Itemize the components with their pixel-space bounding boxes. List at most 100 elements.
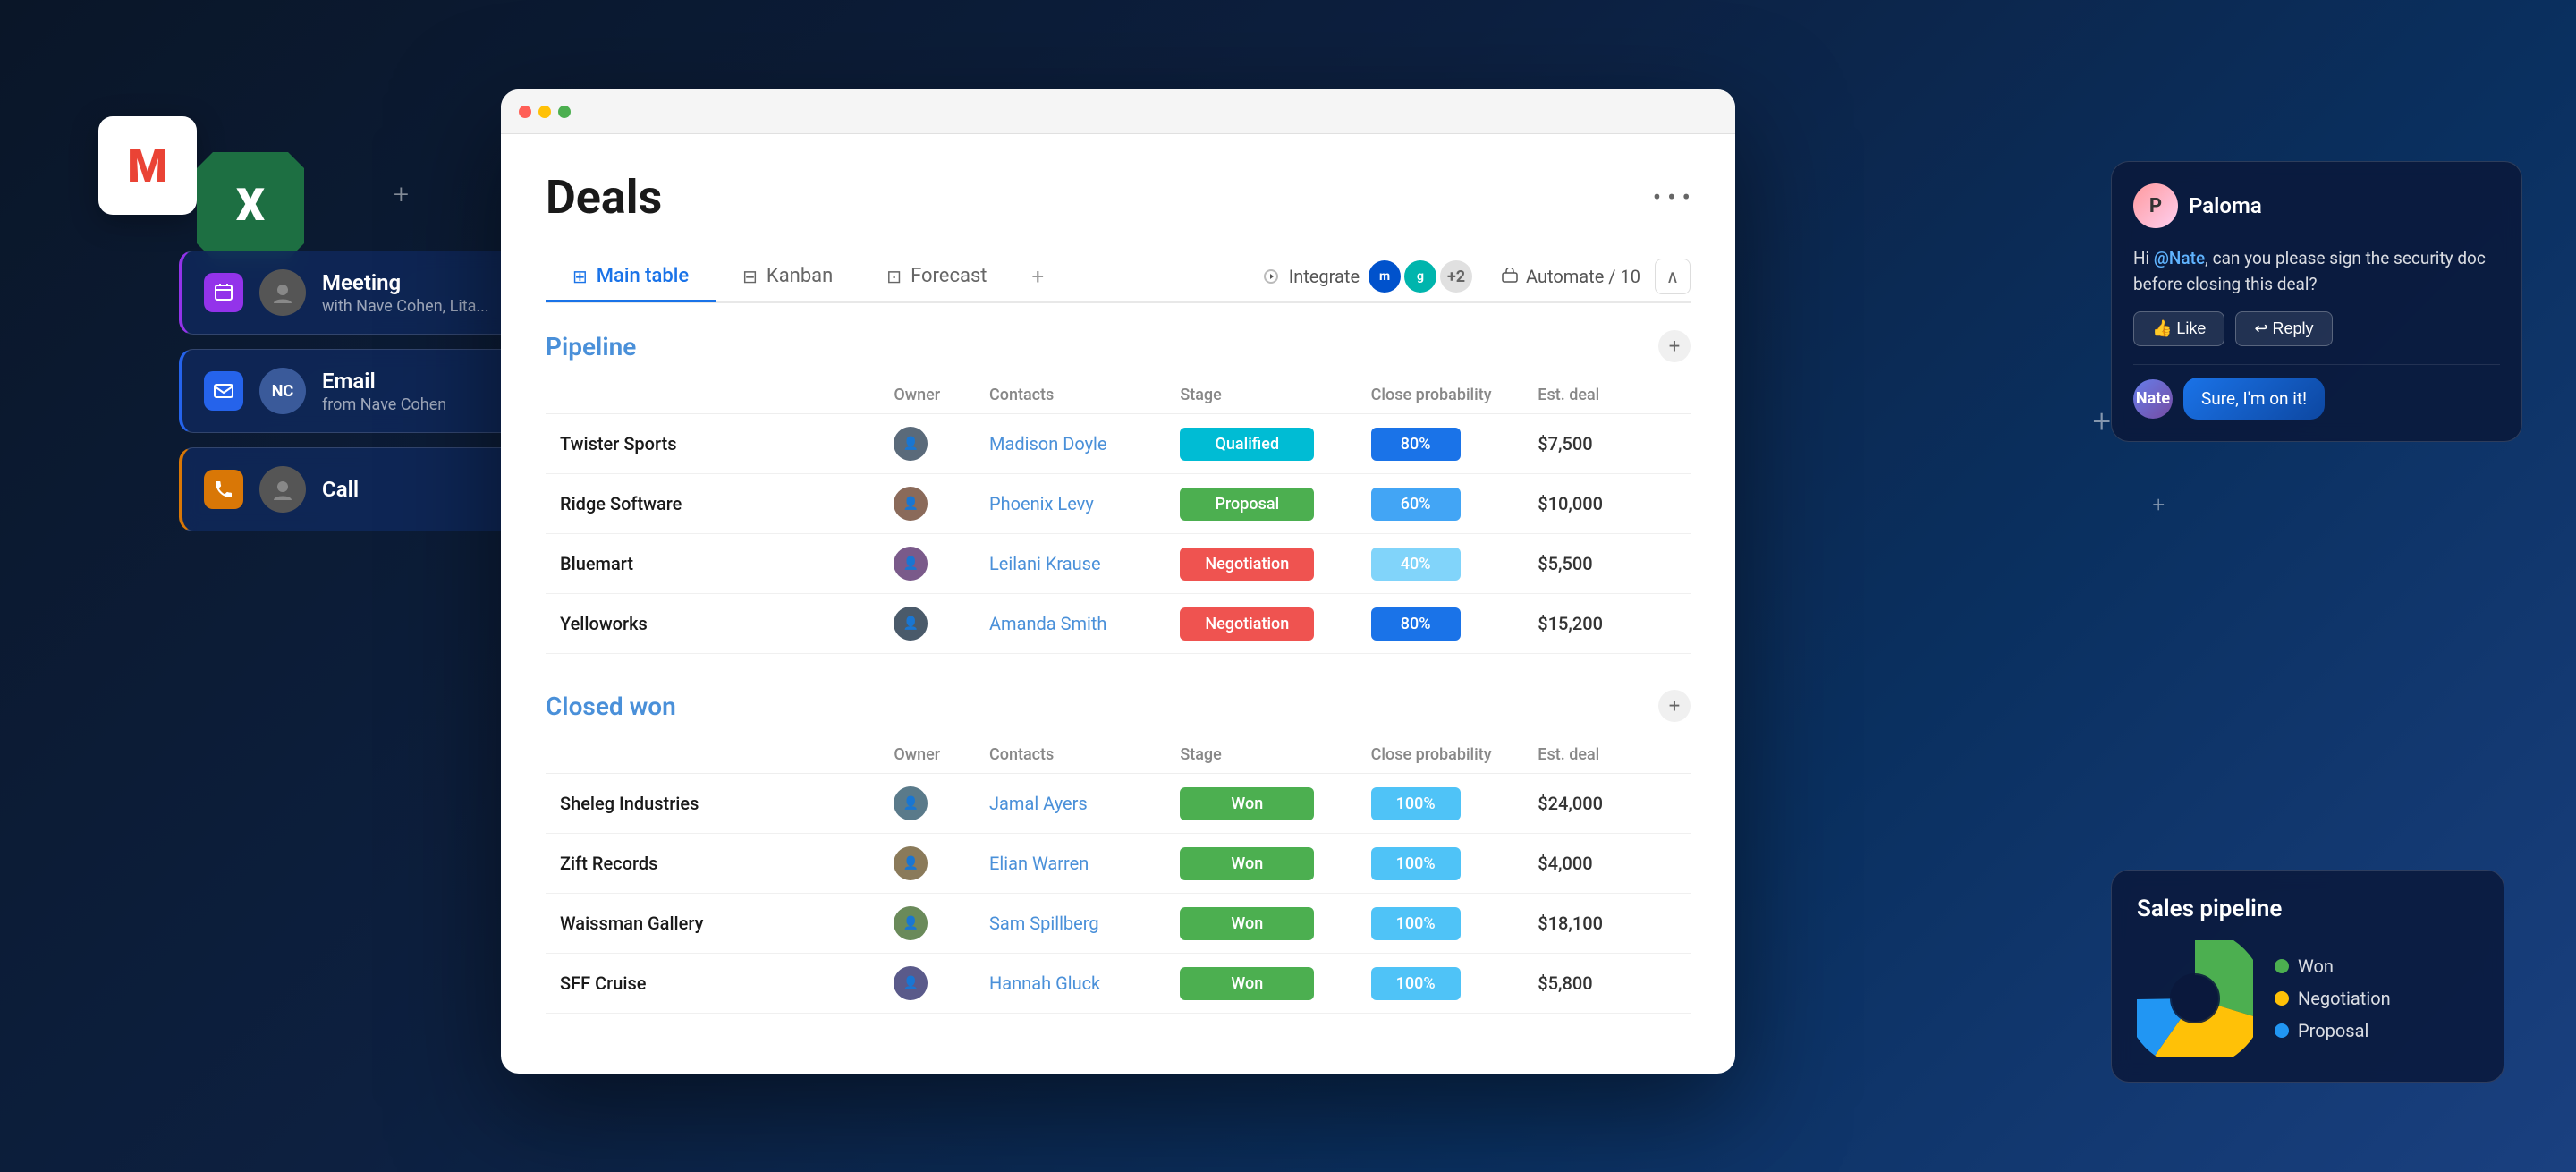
reply-bubble: Sure, I'm on it! — [2183, 378, 2325, 420]
integrate-badge-1: m — [1368, 260, 1401, 293]
closed-won-title: Closed won — [546, 692, 676, 721]
tab-main-table[interactable]: ⊞ Main table — [546, 252, 716, 302]
email-card[interactable]: NC Email from Nave Cohen — [179, 349, 555, 433]
add-tab-button[interactable]: + — [1014, 251, 1063, 301]
closed-won-add-button[interactable]: + — [1658, 690, 1690, 722]
integrate-badge-2: g — [1404, 260, 1436, 293]
collapse-button[interactable]: ∧ — [1655, 259, 1690, 294]
chat-reply-section: Nate Sure, I'm on it! — [2133, 378, 2500, 420]
titlebar-close[interactable] — [519, 106, 531, 118]
automate-button[interactable]: Automate / 10 — [1487, 257, 1655, 296]
meeting-card[interactable]: Meeting with Nave Cohen, Lita... — [179, 251, 555, 335]
table-row: Zift Records 👤 Elian Warren Won 100% $4,… — [546, 834, 1690, 894]
chat-actions: 👍 Like ↩ Reply — [2133, 311, 2500, 346]
deal-owner-avatar: 👤 — [894, 906, 928, 940]
chat-panel: P Paloma Hi @Nate, can you please sign t… — [2111, 161, 2522, 442]
deal-owner-avatar: 👤 — [894, 786, 928, 820]
chat-mention: @Nate — [2154, 248, 2205, 268]
sales-pie-chart — [2137, 940, 2253, 1057]
deal-name: Zift Records — [560, 853, 865, 874]
crm-window: Deals • • • ⊞ Main table ⊟ Kanban ⊡ Fore… — [501, 89, 1735, 1074]
table-row: Waissman Gallery 👤 Sam Spillberg Won 100… — [546, 894, 1690, 954]
sales-pipeline-widget: Sales pipeline Won Negotiation Proposal — [2111, 870, 2504, 1083]
deal-est: $4,000 — [1523, 834, 1690, 894]
main-table-icon: ⊞ — [572, 266, 588, 287]
pipeline-add-button[interactable]: + — [1658, 330, 1690, 362]
deal-owner-avatar: 👤 — [894, 966, 928, 1000]
sales-legend: Won Negotiation Proposal — [2275, 955, 2391, 1041]
col-header-owner: Owner — [879, 377, 975, 414]
closed-won-table-body: Sheleg Industries 👤 Jamal Ayers Won 100%… — [546, 774, 1690, 1014]
deal-prob: 100% — [1371, 907, 1461, 940]
table-row: Twister Sports 👤 Madison Doyle Qualified… — [546, 414, 1690, 474]
email-avatar: NC — [259, 368, 306, 414]
reply-button[interactable]: ↩ Reply — [2235, 311, 2332, 346]
deal-est: $24,000 — [1523, 774, 1690, 834]
col-header-contacts: Contacts — [975, 377, 1165, 414]
deal-owner-avatar: 👤 — [894, 846, 928, 880]
deal-prob: 100% — [1371, 787, 1461, 820]
call-icon — [204, 470, 243, 509]
col-header-name — [546, 377, 879, 414]
deal-stage: Won — [1180, 967, 1314, 1000]
col-header-stage: Stage — [1165, 377, 1356, 414]
deal-owner-avatar: 👤 — [894, 607, 928, 641]
closed-won-table-header: Owner Contacts Stage Close probability E… — [546, 736, 1690, 774]
closed-won-table: Owner Contacts Stage Close probability E… — [546, 736, 1690, 1014]
deal-contact[interactable]: Jamal Ayers — [989, 793, 1088, 814]
deal-prob: 100% — [1371, 967, 1461, 1000]
sales-pipeline-content: Won Negotiation Proposal — [2137, 940, 2479, 1057]
deal-stage: Qualified — [1180, 428, 1314, 461]
call-card[interactable]: Call — [179, 447, 555, 531]
meeting-text: Meeting with Nave Cohen, Lita... — [322, 270, 489, 316]
excel-icon-container: X — [197, 152, 304, 259]
chat-sender-name: Paloma — [2189, 193, 2262, 218]
deal-stage: Negotiation — [1180, 548, 1314, 581]
legend-dot-negotiation — [2275, 991, 2289, 1006]
chat-sender-avatar: P — [2133, 183, 2178, 228]
integrate-button[interactable]: Integrate m g +2 — [1248, 251, 1487, 301]
deal-contact[interactable]: Amanda Smith — [989, 613, 1106, 634]
titlebar-minimize[interactable] — [538, 106, 551, 118]
col-header-stage: Stage — [1165, 736, 1356, 774]
titlebar-maximize[interactable] — [558, 106, 571, 118]
deal-stage: Negotiation — [1180, 607, 1314, 641]
deal-stage: Won — [1180, 787, 1314, 820]
deal-name: Sheleg Industries — [560, 793, 865, 814]
pipeline-title: Pipeline — [546, 332, 636, 361]
chat-header: P Paloma — [2133, 183, 2500, 228]
tab-kanban[interactable]: ⊟ Kanban — [716, 252, 860, 302]
deal-stage: Won — [1180, 907, 1314, 940]
call-text: Call — [322, 477, 359, 502]
chat-divider — [2133, 364, 2500, 365]
chat-message: Hi @Nate, can you please sign the securi… — [2133, 246, 2500, 297]
legend-item-won: Won — [2275, 955, 2391, 977]
col-header-name — [546, 736, 879, 774]
deal-contact[interactable]: Leilani Krause — [989, 553, 1101, 574]
deal-contact[interactable]: Madison Doyle — [989, 433, 1107, 454]
deco-plus-4: + — [2152, 492, 2165, 517]
left-activity-panel: Meeting with Nave Cohen, Lita... NC Emai… — [179, 251, 555, 531]
deal-stage: Won — [1180, 847, 1314, 880]
deal-prob: 80% — [1371, 428, 1461, 461]
col-header-owner: Owner — [879, 736, 975, 774]
deal-stage: Proposal — [1180, 488, 1314, 521]
deal-prob: 100% — [1371, 847, 1461, 880]
email-text: Email from Nave Cohen — [322, 369, 446, 414]
deal-contact[interactable]: Hannah Gluck — [989, 972, 1100, 994]
kanban-icon: ⊟ — [742, 266, 758, 287]
table-row: Sheleg Industries 👤 Jamal Ayers Won 100%… — [546, 774, 1690, 834]
more-options-button[interactable]: • • • — [1653, 183, 1690, 212]
window-titlebar — [501, 89, 1735, 134]
legend-dot-won — [2275, 959, 2289, 973]
table-row: Bluemart 👤 Leilani Krause Negotiation 40… — [546, 534, 1690, 594]
col-header-contacts: Contacts — [975, 736, 1165, 774]
integrate-icons: m g +2 — [1368, 260, 1472, 293]
deal-name: Bluemart — [560, 553, 865, 574]
like-button[interactable]: 👍 Like — [2133, 311, 2224, 346]
deal-name: Twister Sports — [560, 433, 865, 454]
deal-contact[interactable]: Phoenix Levy — [989, 493, 1094, 514]
deal-contact[interactable]: Elian Warren — [989, 853, 1089, 874]
tab-forecast[interactable]: ⊡ Forecast — [860, 252, 1013, 302]
deal-contact[interactable]: Sam Spillberg — [989, 913, 1099, 934]
